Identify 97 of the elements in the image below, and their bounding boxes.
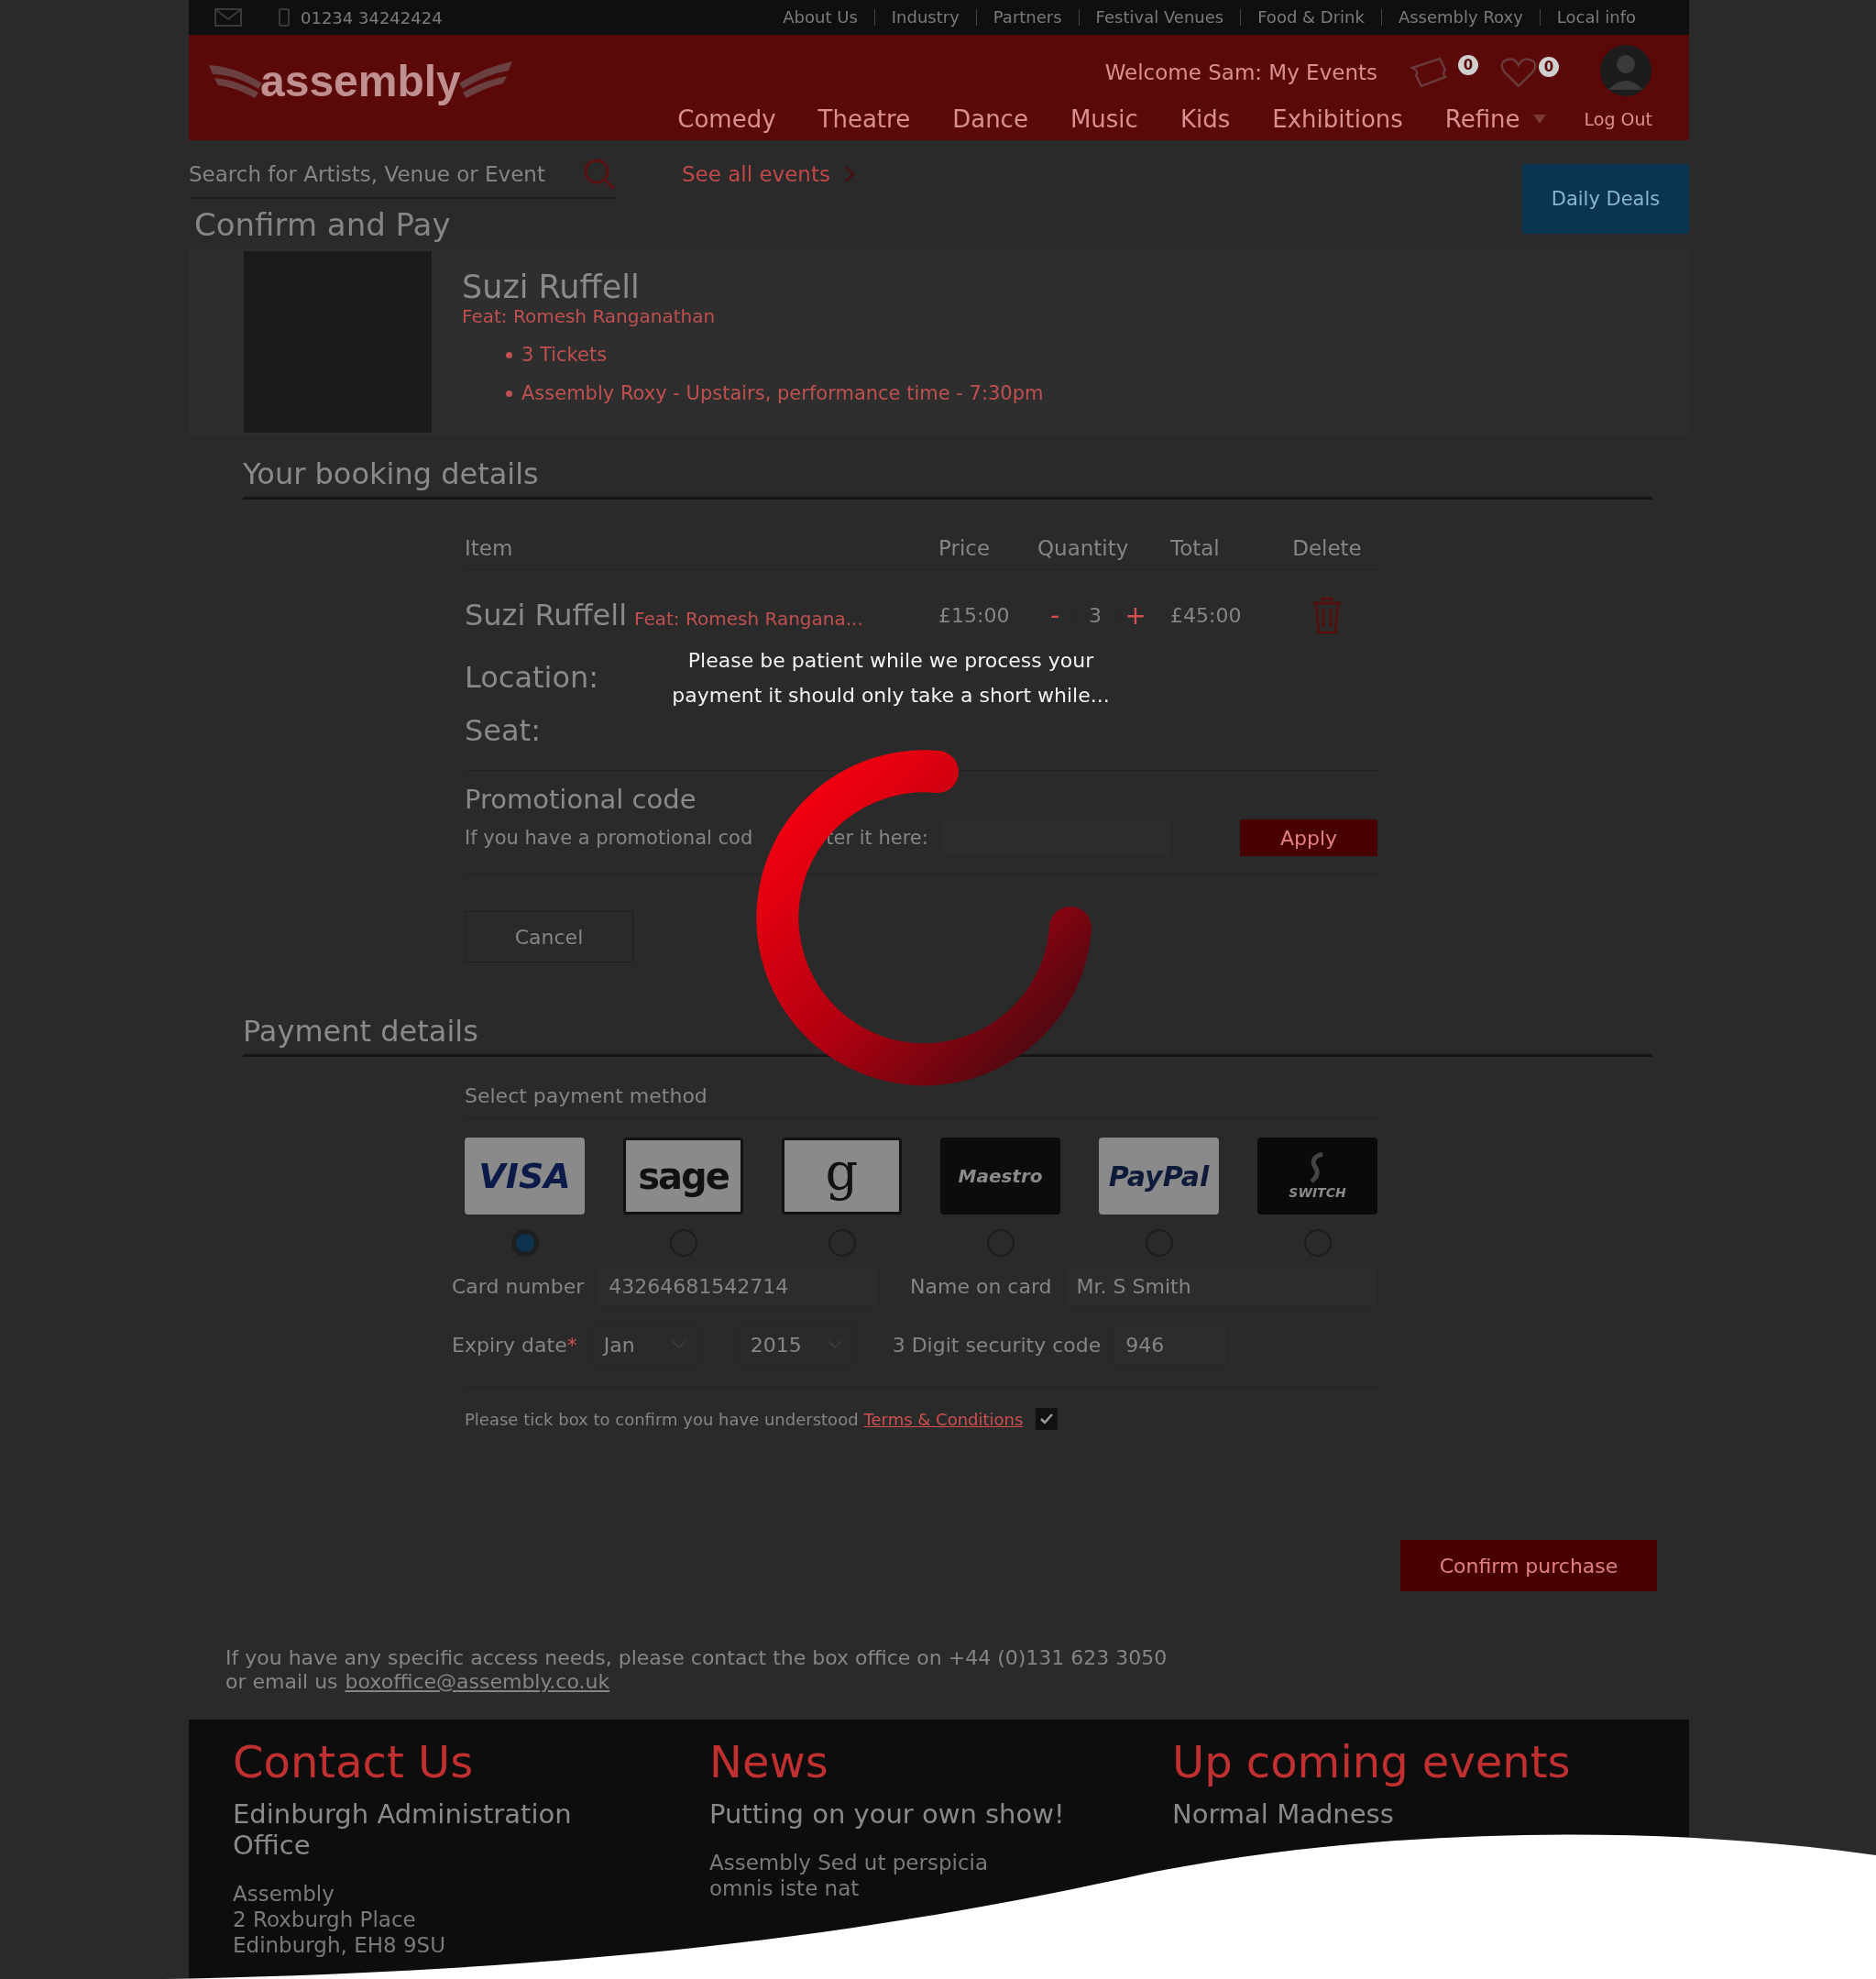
name-on-card-field[interactable]: Mr. S Smith [1064, 1266, 1377, 1306]
search-field[interactable]: Search for Artists, Venue or Event [189, 151, 616, 199]
access-note: or email us [225, 1670, 338, 1694]
top-nav-link[interactable]: Partners [975, 9, 1079, 26]
apply-button[interactable]: Apply [1240, 819, 1377, 856]
daily-deals-button[interactable]: Daily Deals [1522, 164, 1689, 234]
security-code-field[interactable]: 946 [1114, 1325, 1228, 1365]
bullet-icon [506, 390, 512, 397]
top-nav-link[interactable]: Food & Drink [1240, 9, 1381, 26]
top-nav-link[interactable]: Assembly Roxy [1380, 9, 1540, 26]
name-on-card-label: Name on card [910, 1274, 1052, 1298]
terms-link[interactable]: Terms & Conditions [863, 1409, 1024, 1429]
select-payment-label: Select payment method [465, 1057, 1377, 1119]
nav-link[interactable]: Theatre [817, 105, 911, 133]
top-nav-link[interactable]: Festival Venues [1078, 9, 1241, 26]
footer-title[interactable]: Putting on your own show! [709, 1798, 1065, 1830]
security-code-label: 3 Digit security code [892, 1333, 1102, 1357]
top-nav-link[interactable]: Local info [1539, 9, 1652, 26]
footer-text: Assembly [233, 1881, 335, 1907]
event-title: Suzi Ruffell [462, 269, 641, 305]
switch-logo[interactable]: SWITCH [1257, 1138, 1377, 1215]
seat-label: Seat: [465, 712, 541, 750]
total-cell-text: £45:00 [1170, 603, 1243, 627]
month-select[interactable]: Jan [589, 1325, 700, 1365]
footer-heading: Contact Us [233, 1735, 475, 1787]
confirm-purchase-button[interactable]: Confirm purchase [1400, 1540, 1657, 1591]
card-number-label: Card number [452, 1274, 585, 1298]
see-all-events-link[interactable]: See all events [682, 162, 854, 186]
radio-button[interactable] [510, 1229, 539, 1257]
footer-text: Edinburgh, EH8 9SU [233, 1932, 446, 1958]
event-detail: 3 Tickets [521, 344, 608, 366]
footer-text: Assembly Sed ut perspicia [709, 1850, 990, 1875]
processing-message: Please be patient while we process your [687, 648, 1094, 674]
nav-link[interactable]: Music [1070, 105, 1138, 133]
google-logo[interactable]: g [782, 1138, 902, 1215]
footer-title[interactable]: Normal Madness [1172, 1798, 1394, 1830]
chevron-right-icon[interactable] [844, 166, 854, 182]
log-out-link[interactable]: Log Out [1584, 109, 1652, 129]
footer-text: 2 Roxburgh Place [233, 1907, 417, 1932]
footer-title[interactable]: Edinburgh Administration Office [233, 1798, 599, 1861]
sage-logo[interactable]: sage [623, 1138, 743, 1215]
logo[interactable]: assembly [209, 44, 512, 117]
increase-button[interactable]: + [1118, 599, 1153, 631]
card-number-field[interactable]: 43264681542714 [597, 1266, 880, 1306]
nav-link[interactable]: Dance [952, 105, 1028, 133]
nav-link[interactable]: Exhibitions [1272, 105, 1403, 133]
maestro-logo[interactable]: Maestro [940, 1138, 1060, 1215]
expiry-date-label: Expiry date [452, 1333, 567, 1357]
column-header: Price [938, 536, 992, 560]
search-icon[interactable] [583, 158, 616, 191]
column-header: Item [465, 536, 514, 560]
decrease-button[interactable]: - [1037, 599, 1072, 631]
year-select[interactable]: 2015 [736, 1325, 856, 1365]
footer-heading: Up coming events [1172, 1735, 1572, 1787]
checkmark-icon [1039, 1413, 1055, 1425]
location-label: Location: [465, 659, 599, 697]
quantity-value: 3 [1072, 603, 1118, 627]
tickets-count-badge: 0 [1458, 55, 1478, 75]
trash-icon[interactable] [1311, 596, 1343, 634]
section-heading: Payment details [243, 962, 1652, 1057]
event-feat: Feat: Romesh Ranganathan [462, 305, 717, 327]
price-cell-text: £15:00 [938, 603, 1011, 627]
footer-text: omnis iste nat [709, 1875, 861, 1901]
top-nav-link[interactable]: Industry [873, 9, 976, 26]
heart-icon[interactable] [1500, 57, 1537, 88]
welcome-link[interactable]: Welcome Sam: My Events [1104, 60, 1377, 84]
processing-message: payment it should only take a short while... [672, 683, 1110, 709]
footer-heading: News [709, 1735, 829, 1787]
bullet-icon [506, 351, 512, 358]
column-header: Quantity [1037, 536, 1130, 560]
access-note: If you have any specific access needs, please contact the box office on +44 (0)131 623 3050 [225, 1646, 1168, 1670]
favourites-count-badge: 0 [1539, 57, 1559, 77]
envelope-icon [214, 8, 242, 27]
paypal-logo[interactable]: PayPal [1099, 1138, 1219, 1215]
dropdown-triangle-icon[interactable] [1532, 115, 1546, 124]
item-name: Suzi Ruffell [465, 598, 628, 632]
phone-number: 01234 34242424 [301, 7, 443, 27]
column-header: Total [1170, 536, 1221, 560]
column-header: Delete [1291, 536, 1363, 560]
email-link[interactable]: boxoffice@assembly.co.uk [345, 1670, 610, 1694]
avatar-icon[interactable] [1599, 44, 1652, 97]
nav-link[interactable]: Kids [1179, 105, 1231, 133]
terms-text: Please tick box to confirm you have understood [465, 1409, 859, 1429]
page-title: Confirm and Pay [194, 206, 452, 241]
nav-link[interactable]: Refine [1444, 105, 1546, 133]
item-feat: Feat: Romesh Rangana... [634, 608, 863, 630]
promo-heading: Promotional code [465, 784, 697, 815]
section-heading: Your booking details [243, 434, 1652, 500]
cancel-button[interactable]: Cancel [465, 911, 633, 962]
checkbox[interactable] [1036, 1408, 1059, 1430]
promo-hint: If you have a promotional cod [465, 827, 753, 849]
nav-link[interactable]: Comedy [677, 105, 776, 133]
visa-logo[interactable]: VISA [465, 1138, 585, 1215]
phone-icon [279, 8, 290, 27]
event-detail: Assembly Roxy - Upstairs, performance time - 7:30pm [521, 382, 1044, 404]
top-nav-link[interactable]: About Us [766, 9, 874, 26]
required-mark: * [566, 1333, 577, 1357]
